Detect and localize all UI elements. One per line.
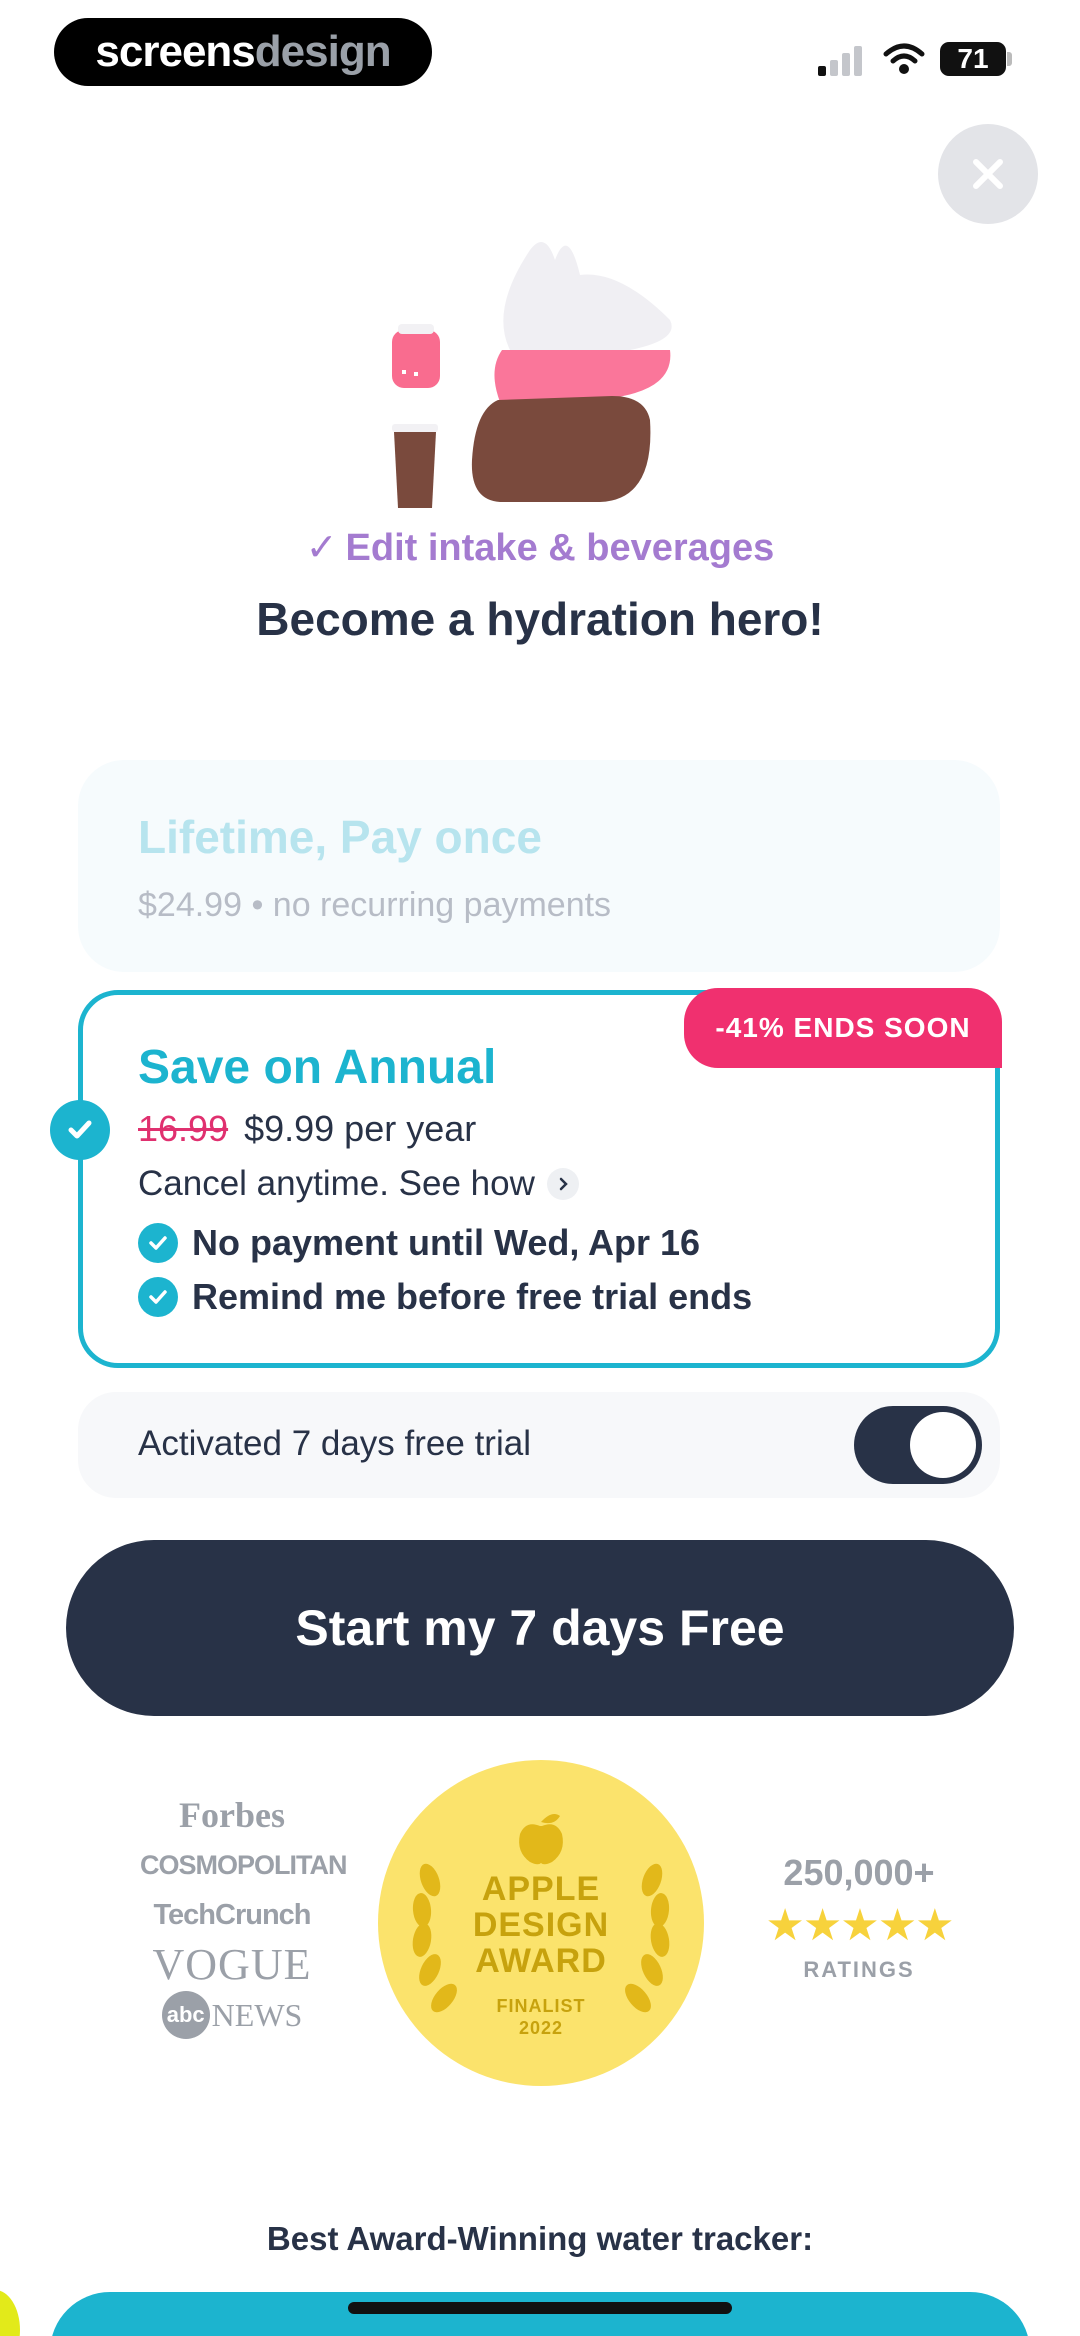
- forbes-logo: Forbes: [179, 1795, 285, 1835]
- page-title: Become a hydration hero!: [256, 593, 824, 645]
- press-logos: Forbes COSMOPOLITAN TechCrunch VOGUE abc…: [140, 1790, 348, 2050]
- bottom-card: [50, 2292, 1030, 2336]
- benefit-item: No payment until Wed, Apr 16: [138, 1222, 700, 1264]
- start-trial-button[interactable]: Start my 7 days Free: [66, 1540, 1014, 1716]
- toggle-knob: [910, 1412, 976, 1478]
- apple-logo-icon: [519, 1814, 563, 1865]
- ratings-block: 250,000+ ★★★★★ RATINGS: [744, 1852, 974, 1983]
- star-rating-icon: ★★★★★: [765, 1901, 954, 1950]
- section-heading: Best Award-Winning water tracker:: [266, 2220, 814, 2257]
- benefit-text: Remind me before free trial ends: [192, 1276, 753, 1317]
- benefit-text: No payment until Wed, Apr 16: [192, 1222, 701, 1263]
- cancel-anytime-text: Cancel anytime. See how: [138, 1164, 535, 1203]
- beverages-illustration: [392, 242, 672, 508]
- news-text: NEWS: [211, 1997, 303, 2033]
- award-line-1: APPLE: [481, 1870, 601, 1908]
- feature-text: Edit intake & beverages: [345, 527, 775, 569]
- old-price: 16.99: [138, 1108, 229, 1149]
- screensdesign-logo: screens design: [54, 18, 432, 86]
- brand-part-2: design: [254, 27, 392, 76]
- award-line-5: 2022: [518, 2018, 564, 2038]
- award-line-4: FINALIST: [496, 1996, 586, 2016]
- decorative-blob: [0, 2290, 20, 2336]
- free-trial-label: Activated 7 days free trial: [138, 1424, 531, 1463]
- close-button[interactable]: [938, 124, 1038, 224]
- ratings-label: RATINGS: [803, 1957, 915, 1982]
- plan-lifetime-title: Lifetime, Pay once: [138, 811, 542, 863]
- selected-check-icon: [50, 1100, 110, 1160]
- plan-annual-price: 16.99 $9.99 per year: [138, 1108, 476, 1150]
- free-trial-toggle[interactable]: [854, 1406, 982, 1484]
- feature-line: ✓ Edit intake & beverages: [0, 525, 1080, 570]
- abc-news-logo: abc NEWS: [140, 1990, 324, 2040]
- abc-text: abc: [161, 1991, 210, 2039]
- current-price: $9.99 per year: [244, 1108, 477, 1149]
- wifi-icon: [883, 43, 925, 74]
- techcrunch-logo: TechCrunch: [153, 1899, 311, 1931]
- vogue-logo: VOGUE: [152, 1940, 312, 1989]
- home-indicator[interactable]: [348, 2302, 732, 2314]
- cancel-anytime-link[interactable]: Cancel anytime. See how: [138, 1164, 579, 1204]
- plan-lifetime-subtitle: $24.99 • no recurring payments: [138, 886, 612, 924]
- plan-lifetime[interactable]: Lifetime, Pay once $24.99 • no recurring…: [78, 760, 1000, 972]
- check-circle-icon: [138, 1277, 178, 1317]
- ratings-count: 250,000+: [783, 1852, 935, 1893]
- plan-annual-title: Save on Annual: [138, 1041, 497, 1094]
- cosmopolitan-logo: COSMOPOLITAN: [140, 1850, 348, 1880]
- brand-part-1: screens: [95, 27, 255, 76]
- discount-badge: -41% ENDS SOON: [684, 988, 1002, 1068]
- apple-design-award-badge: APPLE DESIGN AWARD FINALIST 2022: [378, 1760, 704, 2086]
- chevron-right-icon: [546, 1168, 579, 1200]
- check-icon: ✓: [305, 527, 338, 569]
- status-bar: screens design 71: [0, 0, 1080, 110]
- benefit-item: Remind me before free trial ends: [138, 1276, 752, 1318]
- award-line-2: DESIGN: [472, 1906, 610, 1944]
- award-line-3: AWARD: [475, 1942, 607, 1980]
- battery-icon: 71: [940, 42, 1006, 76]
- signal-icon: [818, 44, 868, 76]
- free-trial-row: Activated 7 days free trial: [78, 1392, 1000, 1498]
- check-circle-icon: [138, 1223, 178, 1263]
- battery-tip: [1007, 52, 1012, 66]
- close-icon: [973, 159, 1003, 189]
